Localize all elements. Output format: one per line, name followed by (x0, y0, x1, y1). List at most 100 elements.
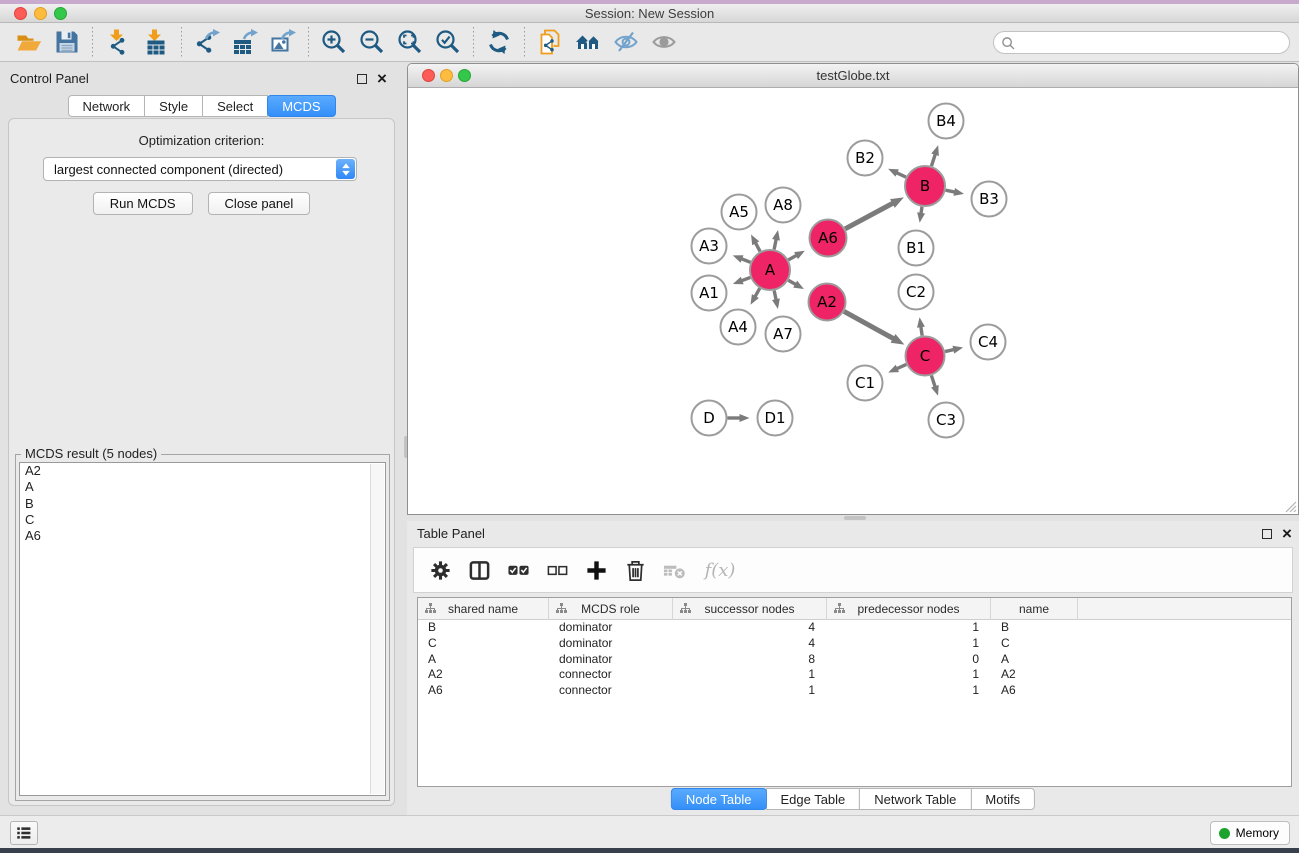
table-cell[interactable]: A6 (418, 683, 549, 699)
table-cell[interactable]: connector (549, 683, 673, 699)
tab-edge-table[interactable]: Edge Table (765, 788, 860, 810)
table-cell[interactable]: B (418, 620, 549, 636)
node-table[interactable]: shared nameMCDS rolesuccessor nodesprede… (417, 597, 1292, 787)
hide-panels-button[interactable] (607, 26, 645, 58)
resize-grip-icon[interactable] (1284, 500, 1297, 513)
table-mode-button[interactable] (425, 555, 455, 585)
table-cell[interactable]: B (991, 620, 1078, 636)
table-cell[interactable]: A2 (418, 667, 549, 683)
table-cell[interactable]: 1 (827, 620, 991, 636)
export-network-button[interactable] (188, 26, 226, 58)
save-session-button[interactable] (48, 26, 86, 58)
table-cell[interactable]: 8 (673, 652, 827, 668)
node-label-D: D (703, 409, 715, 427)
table-cell[interactable]: A2 (991, 667, 1078, 683)
table-cell[interactable]: 1 (827, 667, 991, 683)
deselect-all-button[interactable] (542, 555, 572, 585)
select-all-button[interactable] (503, 555, 533, 585)
delete-columns-button[interactable] (620, 555, 650, 585)
edge-B-B4[interactable] (931, 153, 935, 166)
zoom-selected-button[interactable] (429, 26, 467, 58)
table-cell[interactable]: 4 (673, 636, 827, 652)
table-cell[interactable]: 1 (673, 667, 827, 683)
table-cell[interactable]: 4 (673, 620, 827, 636)
network-canvas[interactable]: B4B2BB3A8A5A6A3B1AC2A1A2A4A7C4CC1DD1C3 (408, 89, 1298, 514)
arrowhead-icon (952, 346, 963, 354)
arrowhead-icon (733, 255, 744, 262)
float-panel-icon[interactable] (357, 74, 367, 84)
function-builder-button[interactable]: f(x) (698, 555, 742, 585)
tab-style[interactable]: Style (144, 95, 203, 117)
column-header[interactable]: successor nodes (673, 598, 827, 620)
column-header[interactable]: MCDS role (549, 598, 673, 620)
table-cell[interactable]: A (991, 652, 1078, 668)
node-label-B4: B4 (936, 112, 956, 130)
table-row[interactable]: Adominator80A (418, 652, 1291, 668)
mcds-result-list[interactable]: A2ABCA6 (19, 462, 386, 796)
tab-network-table[interactable]: Network Table (859, 788, 971, 810)
list-item[interactable]: B (20, 496, 385, 512)
table-cell[interactable]: 1 (827, 683, 991, 699)
optimization-criterion-select[interactable]: largest connected component (directed) (43, 157, 357, 181)
tab-select[interactable]: Select (202, 95, 268, 117)
divider-handle[interactable] (844, 516, 866, 520)
refresh-layout-button[interactable] (480, 26, 518, 58)
table-cell[interactable]: dominator (549, 620, 673, 636)
copy-network-button[interactable] (531, 26, 569, 58)
edge-A6-B[interactable] (845, 203, 894, 229)
delete-table-button[interactable] (659, 555, 689, 585)
tab-node-table[interactable]: Node Table (671, 788, 767, 810)
home-button[interactable] (569, 26, 607, 58)
edge-C-C3[interactable] (931, 375, 935, 388)
table-cell[interactable]: 0 (827, 652, 991, 668)
open-session-button[interactable] (10, 26, 48, 58)
export-image-button[interactable] (264, 26, 302, 58)
table-cell[interactable]: A6 (991, 683, 1078, 699)
close-panel-icon[interactable]: × (377, 74, 387, 84)
import-table-button[interactable] (137, 26, 175, 58)
search-input[interactable] (1020, 33, 1282, 52)
list-item[interactable]: C (20, 512, 385, 528)
close-panel-button[interactable]: Close panel (208, 192, 311, 215)
table-cell[interactable]: dominator (549, 652, 673, 668)
table-cell[interactable]: C (418, 636, 549, 652)
column-header[interactable]: name (991, 598, 1078, 620)
memory-button[interactable]: Memory (1210, 821, 1290, 845)
list-item[interactable]: A (20, 479, 385, 495)
create-column-button[interactable] (581, 555, 611, 585)
zoom-out-button[interactable] (353, 26, 391, 58)
float-panel-icon[interactable] (1262, 529, 1272, 539)
tab-mcds[interactable]: MCDS (267, 95, 335, 117)
table-cell[interactable]: 1 (673, 683, 827, 699)
task-history-button[interactable] (10, 821, 38, 845)
table-row[interactable]: A2connector11A2 (418, 667, 1291, 683)
zoom-in-button[interactable] (315, 26, 353, 58)
column-header[interactable]: shared name (418, 598, 549, 620)
table-cell[interactable]: connector (549, 667, 673, 683)
import-network-button[interactable] (99, 26, 137, 58)
list-item[interactable]: A6 (20, 528, 385, 544)
show-columns-button[interactable] (464, 555, 494, 585)
table-cell[interactable]: A (418, 652, 549, 668)
export-network-icon (194, 29, 220, 55)
table-cell[interactable]: C (991, 636, 1078, 652)
tab-network[interactable]: Network (67, 95, 145, 117)
table-row[interactable]: A6connector11A6 (418, 683, 1291, 699)
search-box[interactable] (993, 31, 1290, 54)
table-row[interactable]: Cdominator41C (418, 636, 1291, 652)
list-item[interactable]: A2 (20, 463, 385, 479)
list-scrollbar[interactable] (370, 464, 384, 794)
close-panel-icon[interactable]: × (1282, 529, 1292, 539)
table-cell[interactable]: dominator (549, 636, 673, 652)
export-table-button[interactable] (226, 26, 264, 58)
show-panels-button[interactable] (645, 26, 683, 58)
table-row[interactable]: Bdominator41B (418, 620, 1291, 636)
run-mcds-button[interactable]: Run MCDS (93, 192, 193, 215)
node-label-C: C (920, 347, 930, 365)
column-header[interactable]: predecessor nodes (827, 598, 991, 620)
network-graph[interactable]: B4B2BB3A8A5A6A3B1AC2A1A2A4A7C4CC1DD1C3 (408, 89, 1297, 514)
tab-motifs[interactable]: Motifs (970, 788, 1035, 810)
zoom-fit-button[interactable] (391, 26, 429, 58)
edge-A2-C[interactable] (844, 311, 895, 339)
table-cell[interactable]: 1 (827, 636, 991, 652)
